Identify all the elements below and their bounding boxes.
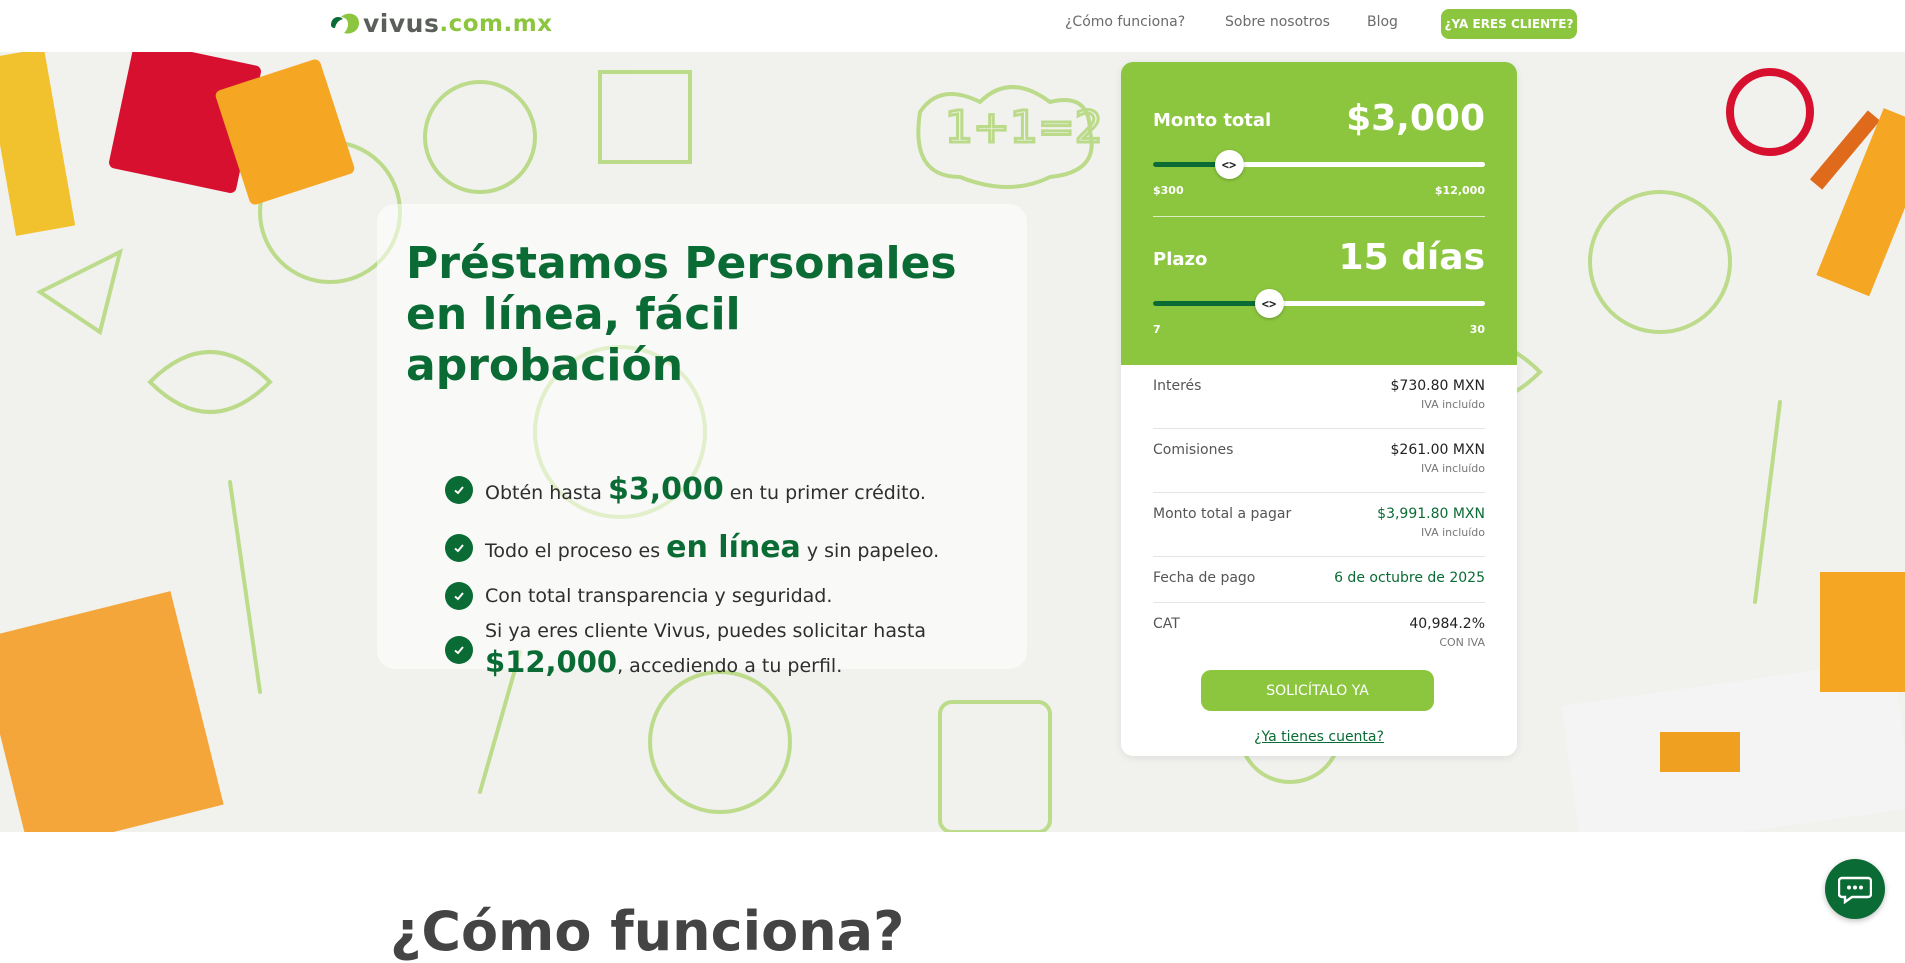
nav-sobre-nosotros[interactable]: Sobre nosotros: [1225, 14, 1330, 30]
row-value: 40,984.2%: [1409, 616, 1485, 632]
amount-label: Monto total: [1153, 110, 1272, 131]
amount-slider-handle[interactable]: <>: [1214, 150, 1244, 179]
row-value: 6 de octubre de 2025: [1334, 570, 1485, 586]
row-value: $3,991.80 MXN: [1377, 506, 1485, 522]
term-slider-fill: [1153, 301, 1269, 306]
svg-text:1+1=2: 1+1=2: [945, 102, 1103, 153]
chat-icon: [1838, 876, 1872, 904]
amount-min: $300: [1153, 184, 1184, 197]
term-slider[interactable]: <>: [1153, 289, 1485, 318]
amount-value: $3,000: [1346, 98, 1485, 139]
term-slider-handle[interactable]: <>: [1254, 289, 1284, 318]
hero-title-line-1: Préstamos Personales: [406, 238, 957, 289]
benefit-text: , accediendo a tu perfil.: [617, 655, 843, 677]
site-header: vivus .com.mx ¿Cómo funciona? Sobre nosot…: [0, 0, 1905, 52]
hero-title-line-2: en línea, fácil: [406, 289, 741, 340]
hero-title: Préstamos Personales en línea, fácil apr…: [406, 238, 1006, 391]
benefit-text: Obtén hasta: [485, 482, 608, 504]
chat-button[interactable]: [1825, 859, 1885, 919]
amount-slider[interactable]: <>: [1153, 150, 1485, 179]
term-min: 7: [1153, 323, 1161, 336]
benefit-highlight: $12,000: [485, 645, 618, 679]
calculator-sliders-panel: Monto total $3,000 <> $300 $12,000 Plazo…: [1121, 62, 1517, 365]
row-value: $730.80 MXN: [1390, 378, 1486, 394]
row-label: Monto total a pagar: [1153, 506, 1292, 522]
benefit-text: en tu primer crédito.: [723, 482, 926, 504]
row-comisiones: Comisiones $261.00 MXN IVA incluído: [1153, 429, 1485, 493]
row-note: CON IVA: [1439, 636, 1485, 649]
benefit-highlight: en línea: [666, 530, 801, 565]
term-label: Plazo: [1153, 249, 1208, 270]
ya-eres-cliente-button[interactable]: ¿YA ERES CLIENTE?: [1441, 9, 1577, 39]
benefit-text: Con total transparencia y seguridad.: [485, 585, 833, 607]
row-interes: Interés $730.80 MXN IVA incluído: [1153, 365, 1485, 429]
leaf-logo-icon: [331, 13, 359, 34]
row-monto-total-a-pagar: Monto total a pagar $3,991.80 MXN IVA in…: [1153, 493, 1485, 557]
logo-name: vivus: [363, 9, 440, 38]
benefit-text: Todo el proceso es: [485, 540, 667, 562]
row-label: CAT: [1153, 616, 1180, 632]
row-value: $261.00 MXN: [1390, 442, 1486, 458]
check-icon: [445, 533, 473, 562]
row-label: Interés: [1153, 378, 1202, 394]
row-label: Comisiones: [1153, 442, 1234, 458]
vivus-logo[interactable]: vivus .com.mx: [327, 9, 553, 38]
row-note: IVA incluído: [1421, 526, 1485, 539]
benefit-transparency: Con total transparencia y seguridad.: [445, 582, 832, 610]
check-icon: [445, 582, 473, 610]
row-note: IVA incluído: [1421, 398, 1485, 411]
amount-max: $12,000: [1434, 184, 1485, 197]
benefit-text: y sin papeleo.: [800, 540, 940, 562]
calculator-divider: [1153, 216, 1485, 217]
benefit-first-credit: Obtén hasta $3,000 en tu primer crédito.: [445, 472, 926, 507]
check-icon: [445, 636, 473, 664]
solicitalo-ya-button[interactable]: SOLICÍTALO YA: [1201, 670, 1434, 711]
nav-como-funciona[interactable]: ¿Cómo funciona?: [1065, 14, 1185, 30]
benefit-text: Si ya eres cliente Vivus, puedes solicit…: [485, 620, 926, 642]
logo-tld: .com.mx: [439, 10, 553, 37]
row-fecha-de-pago: Fecha de pago 6 de octubre de 2025: [1153, 557, 1485, 603]
loan-calculator: Monto total $3,000 <> $300 $12,000 Plazo…: [1121, 62, 1517, 756]
row-cat: CAT 40,984.2% CON IVA: [1153, 603, 1485, 661]
benefit-highlight: $3,000: [607, 472, 724, 507]
term-value: 15 días: [1338, 237, 1485, 278]
term-max: 30: [1469, 323, 1485, 336]
row-note: IVA incluído: [1421, 462, 1485, 475]
benefit-existing-client: Si ya eres cliente Vivus, puedes solicit…: [445, 617, 926, 683]
hero-section: 1+1=2 Préstamos Personales en línea, fác…: [0, 52, 1905, 832]
row-label: Fecha de pago: [1153, 570, 1256, 586]
nav-blog[interactable]: Blog: [1367, 14, 1398, 30]
ya-tienes-cuenta-link[interactable]: ¿Ya tienes cuenta?: [1121, 729, 1517, 745]
check-icon: [445, 475, 473, 504]
section-title-como-funciona: ¿Cómo funciona?: [390, 900, 905, 963]
benefit-online-process: Todo el proceso es en línea y sin papele…: [445, 530, 939, 565]
hero-title-line-3: aprobación: [406, 340, 684, 391]
